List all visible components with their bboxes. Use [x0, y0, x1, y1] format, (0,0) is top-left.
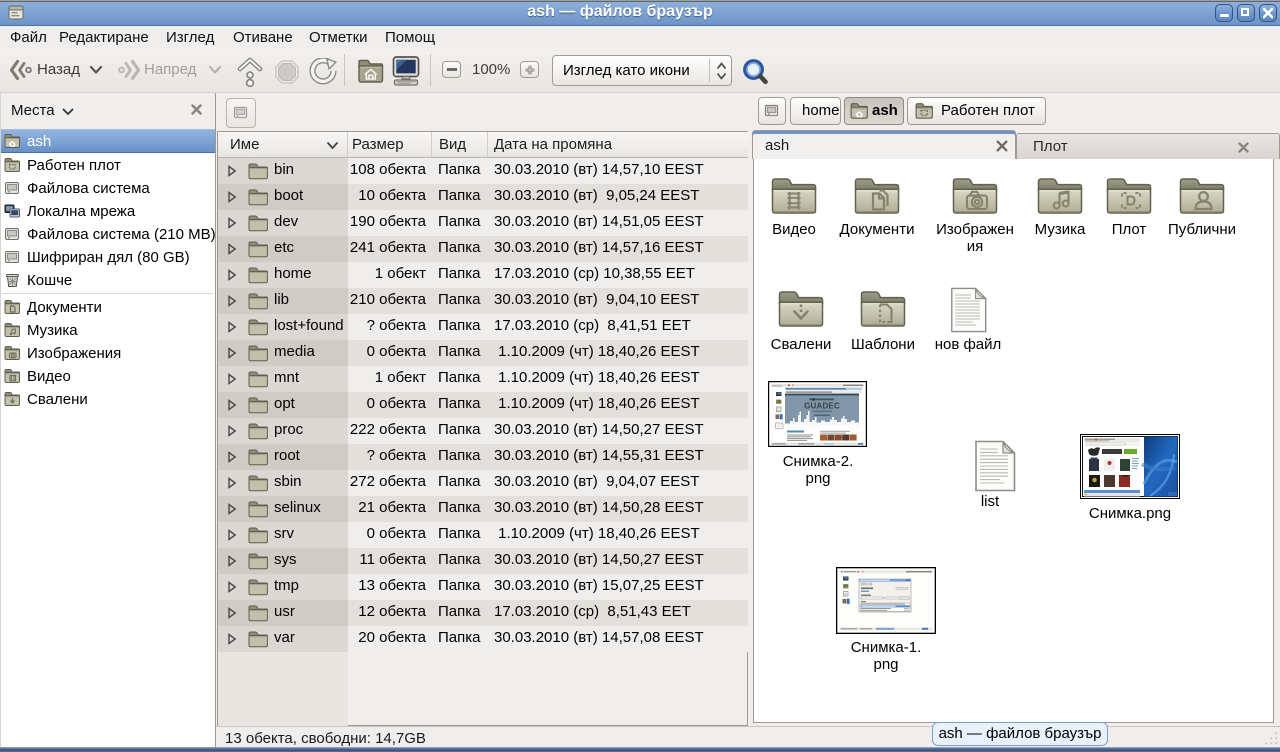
- svg-text:GUADEC: GUADEC: [804, 402, 840, 411]
